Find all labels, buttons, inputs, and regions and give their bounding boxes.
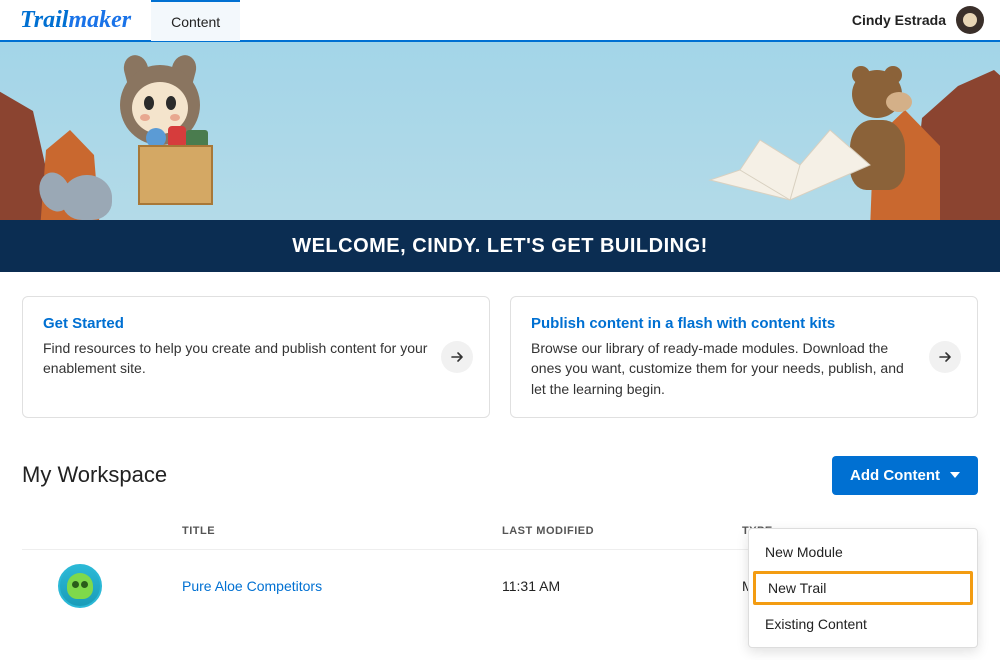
hero-banner: WELCOME, CINDY. LET'S GET BUILDING!: [0, 42, 1000, 272]
logo-text-1: Trail: [20, 7, 68, 33]
logo: Trailmaker: [20, 7, 131, 34]
add-content-dropdown: New Module New Trail Existing Content: [748, 528, 978, 648]
hero-illustration-right: [660, 42, 1000, 220]
workspace-title: My Workspace: [22, 462, 167, 488]
dropdown-item-new-module[interactable]: New Module: [749, 535, 977, 569]
tab-content[interactable]: Content: [151, 0, 240, 41]
arrow-right-icon[interactable]: [441, 341, 473, 373]
hero-illustration-left: [0, 42, 290, 220]
card-body: Find resources to help you create and pu…: [43, 338, 434, 379]
row-modified: 11:31 AM: [502, 578, 742, 594]
col-title: TITLE: [182, 525, 502, 537]
add-content-button[interactable]: Add Content: [832, 456, 978, 495]
card-content-kits[interactable]: Publish content in a flash with content …: [510, 296, 978, 418]
card-get-started[interactable]: Get Started Find resources to help you c…: [22, 296, 490, 418]
col-modified: LAST MODIFIED: [502, 525, 742, 537]
dropdown-item-new-trail[interactable]: New Trail: [753, 571, 973, 605]
app-header: Trailmaker Content Cindy Estrada: [0, 0, 1000, 42]
avatar: [956, 6, 984, 34]
card-title: Get Started: [43, 315, 434, 332]
dropdown-item-existing-content[interactable]: Existing Content: [749, 607, 977, 641]
chevron-down-icon: [950, 472, 960, 478]
welcome-title: WELCOME, CINDY. LET'S GET BUILDING!: [0, 220, 1000, 272]
row-title-link[interactable]: Pure Aloe Competitors: [182, 578, 502, 594]
card-body: Browse our library of ready-made modules…: [531, 338, 922, 399]
user-name: Cindy Estrada: [852, 12, 946, 28]
module-icon: [58, 564, 102, 608]
arrow-right-icon[interactable]: [929, 341, 961, 373]
add-content-label: Add Content: [850, 467, 940, 484]
user-menu[interactable]: Cindy Estrada: [852, 6, 984, 34]
card-title: Publish content in a flash with content …: [531, 315, 922, 332]
logo-text-2: maker: [68, 7, 131, 33]
